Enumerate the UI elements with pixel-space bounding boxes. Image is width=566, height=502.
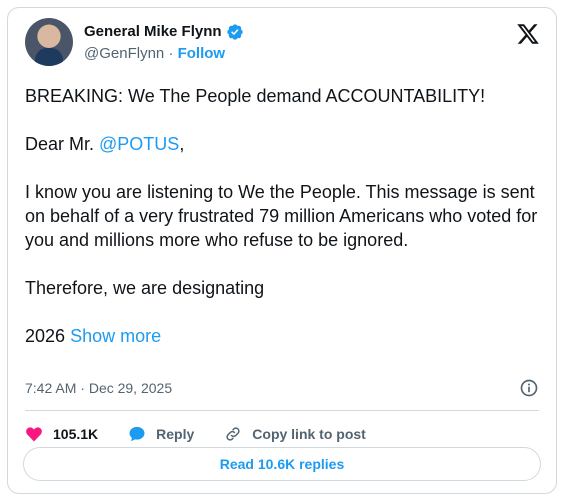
link-icon [226,427,240,441]
mention-link[interactable]: @POTUS [99,134,179,154]
show-more-link[interactable]: Show more [70,326,161,346]
divider [25,410,539,411]
post-date[interactable]: Dec 29, 2025 [89,380,172,396]
post-headline: BREAKING: We The People demand ACCOUNTAB… [25,86,486,106]
post-therefore: Therefore, we are designating [25,278,265,298]
copy-link-button[interactable]: Copy link to post [224,425,366,443]
author-handle-row: @GenFlynn · Follow [84,44,225,64]
post-salutation: Dear Mr. @POTUS, [25,134,185,154]
post-card: General Mike Flynn @GenFlynn · Follow BR… [7,7,557,494]
read-replies-label: Read 10.6K replies [219,456,345,472]
reply-label: Reply [156,426,195,442]
author-avatar[interactable] [25,18,73,66]
post-body: BREAKING: We The People demand ACCOUNTAB… [25,84,545,348]
reply-button[interactable]: Reply [128,425,194,443]
copy-link-label: Copy link to post [252,426,366,442]
x-logo-icon[interactable] [516,22,540,46]
handle-separator: · [168,45,174,62]
like-count: 105.1K [53,426,99,442]
author-name-row[interactable]: General Mike Flynn [84,22,244,42]
meta-separator: · [80,380,85,396]
verified-badge-icon [226,24,243,40]
author-handle[interactable]: @GenFlynn [84,45,164,62]
like-button[interactable]: 105.1K [25,425,98,443]
post-last-line: 2026 Show more [25,326,162,346]
read-replies-button[interactable]: Read 10.6K replies [23,447,541,481]
post-time[interactable]: 7:42 AM [25,380,76,396]
heart-icon [26,427,42,442]
post-timestamp[interactable]: 7:42 AM · Dec 29, 2025 [25,378,172,398]
follow-button[interactable]: Follow [178,45,226,62]
reply-icon [129,426,145,442]
author-name[interactable]: General Mike Flynn [84,22,222,42]
post-paragraph: I know you are listening to We the Peopl… [25,182,538,250]
info-icon[interactable] [519,378,539,398]
